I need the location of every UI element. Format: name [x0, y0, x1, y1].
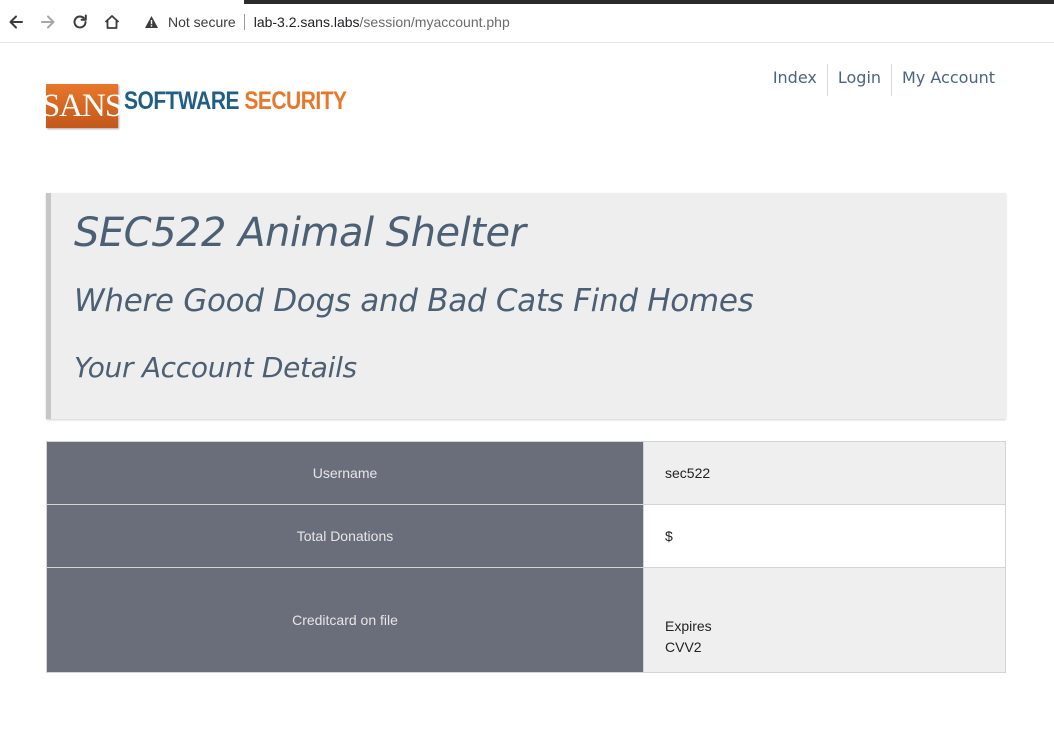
- page-title: SEC522 Animal Shelter: [74, 210, 526, 256]
- sans-logo[interactable]: SANS SOFTWARE SECURITY: [42, 84, 347, 128]
- browser-toolbar: Not secure lab-3.2.sans.labs/session/mya…: [0, 0, 1054, 43]
- home-button[interactable]: [100, 10, 124, 34]
- creditcard-value: Expires CVV2: [643, 567, 1006, 673]
- page-subtitle: Where Good Dogs and Bad Cats Find Homes: [74, 283, 754, 319]
- reload-icon: [73, 14, 87, 29]
- username-value: sec522: [643, 441, 1006, 505]
- total-donations-value: $: [643, 504, 1006, 568]
- username-label: Username: [46, 441, 644, 505]
- account-details-table: Username sec522 Total Donations $ Credit…: [46, 441, 1006, 673]
- address-bar[interactable]: Not secure lab-3.2.sans.labs/session/mya…: [134, 7, 1054, 37]
- logo-word-security: SECURITY: [244, 88, 347, 116]
- forward-button[interactable]: [36, 10, 60, 34]
- creditcard-cvv2: CVV2: [665, 639, 702, 655]
- nav-link-login[interactable]: Login: [826, 64, 891, 96]
- creditcard-label: Creditcard on file: [46, 567, 644, 673]
- tab-strip-edge: [244, 0, 1054, 4]
- section-heading: Your Account Details: [74, 351, 357, 384]
- nav-link-my-account[interactable]: My Account: [891, 64, 1005, 96]
- top-navigation: Index Login My Account: [763, 64, 1005, 96]
- logo-wordmark: SOFTWARE SECURITY: [124, 88, 347, 116]
- reload-button[interactable]: [68, 10, 92, 34]
- nav-link-index[interactable]: Index: [763, 64, 827, 96]
- back-arrow-icon: [9, 15, 23, 29]
- page-content: SANS SOFTWARE SECURITY Index Login My Ac…: [0, 43, 1054, 733]
- total-donations-label: Total Donations: [46, 504, 644, 568]
- url-host: lab-3.2.sans.labs: [253, 14, 360, 30]
- url-path: /session/myaccount.php: [359, 14, 510, 30]
- creditcard-expires: Expires: [665, 618, 712, 634]
- security-label: Not secure: [168, 14, 236, 30]
- page-header: SEC522 Animal Shelter Where Good Dogs an…: [46, 193, 1006, 419]
- warning-icon: [145, 16, 158, 28]
- logo-sans-badge: SANS: [42, 84, 123, 128]
- table-row: Username sec522: [46, 441, 1006, 505]
- back-button[interactable]: [4, 10, 28, 34]
- table-row: Creditcard on file Expires CVV2: [46, 567, 1006, 673]
- logo-word-software: SOFTWARE: [124, 88, 240, 116]
- home-icon: [104, 15, 120, 29]
- omnibox-divider: [243, 14, 245, 30]
- security-chip[interactable]: Not secure: [134, 7, 236, 37]
- forward-arrow-icon: [41, 15, 55, 29]
- table-row: Total Donations $: [46, 504, 1006, 568]
